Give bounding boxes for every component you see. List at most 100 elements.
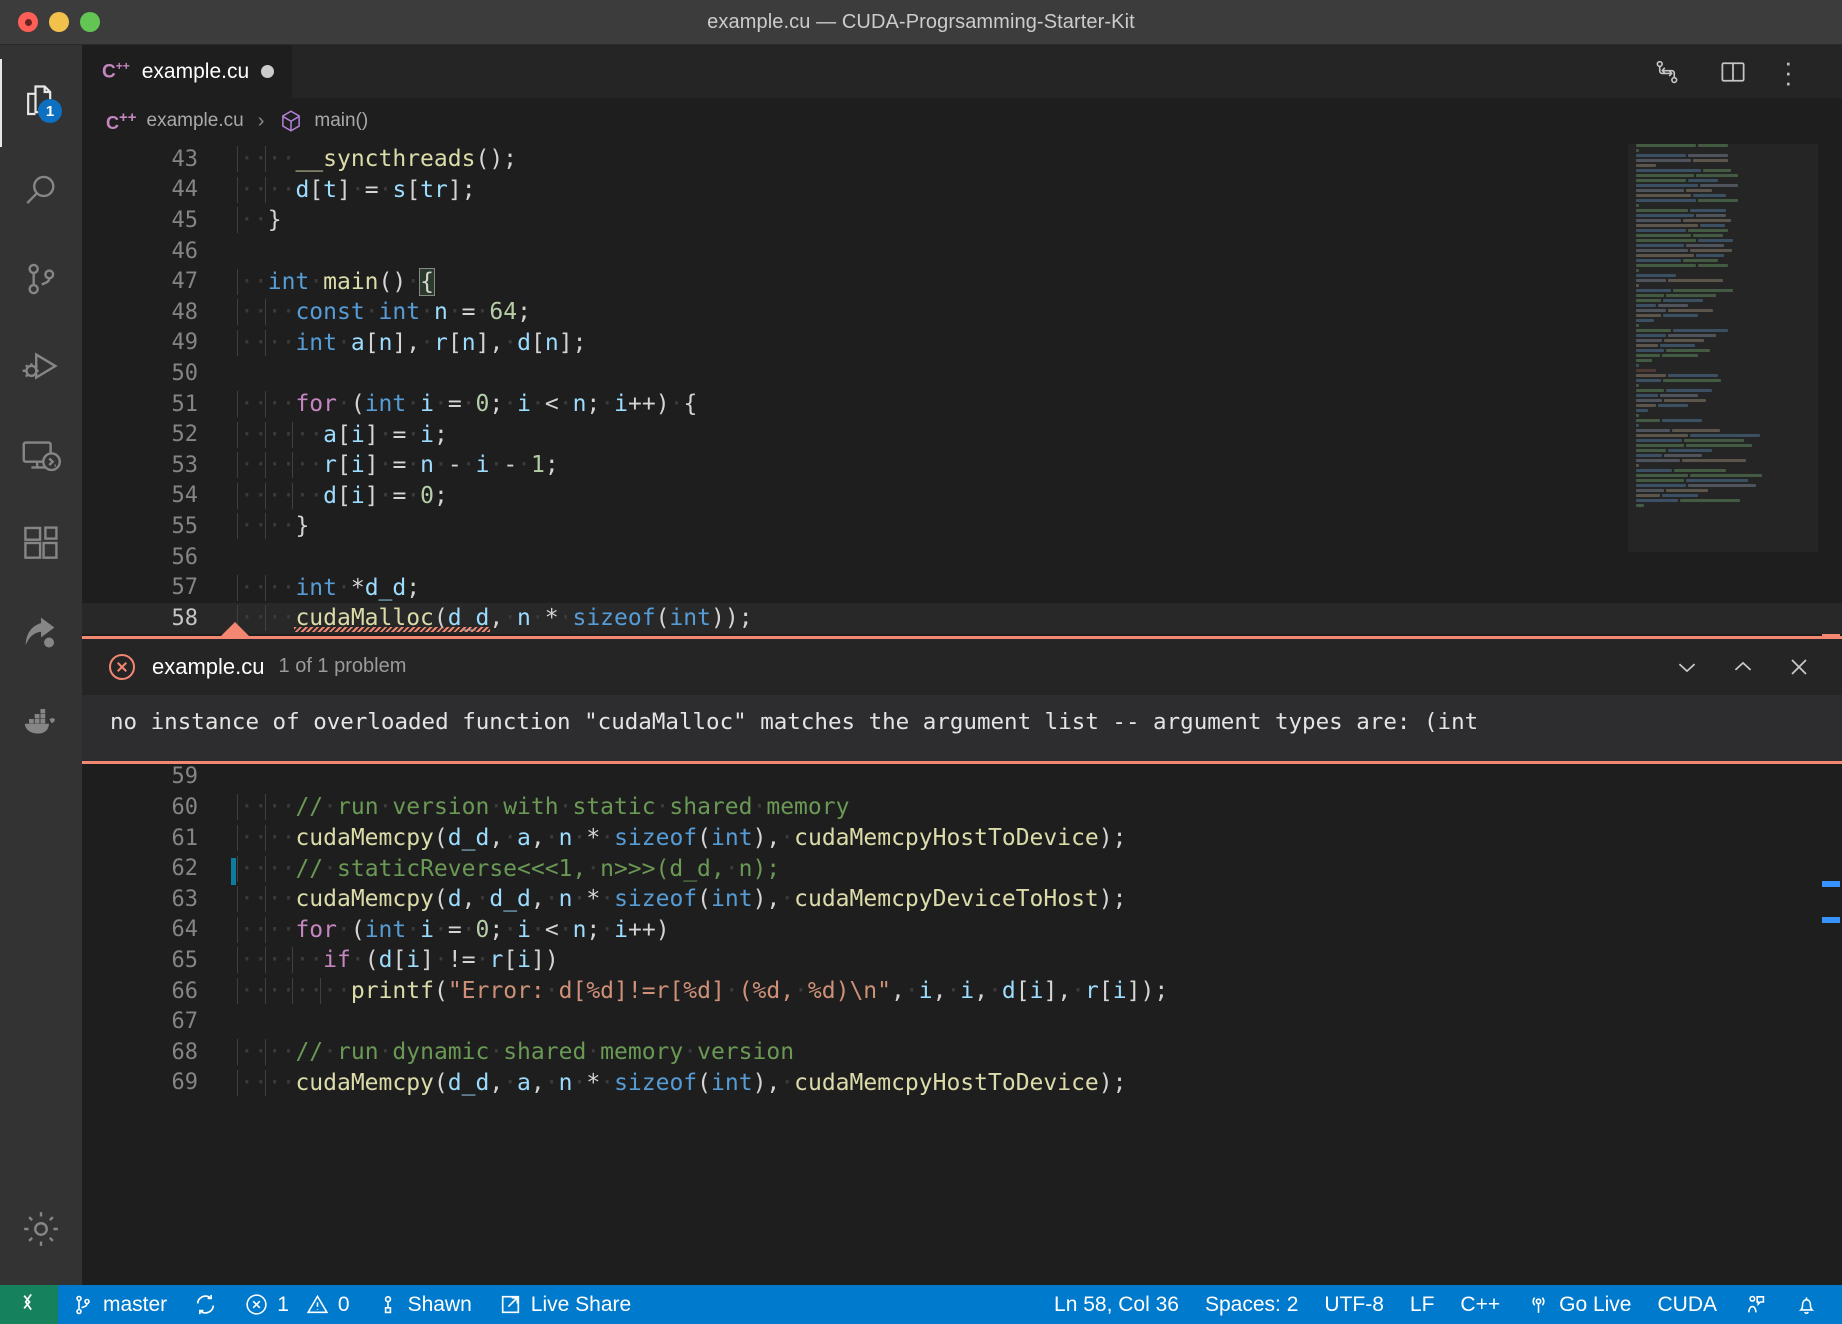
cuda-indicator[interactable]: CUDA [1644, 1285, 1730, 1324]
git-branch-icon [71, 1293, 95, 1317]
code-line[interactable]: 63 ····cudaMemcpy(d,·d_d,·n·*·sizeof(int)… [82, 884, 1842, 915]
chevron-up-icon[interactable] [1726, 650, 1760, 684]
minimize-window-button[interactable] [49, 12, 69, 32]
sidebar-item-search[interactable] [0, 147, 82, 235]
code-line[interactable]: 58 ····cudaMalloc(d_d,·n·*·sizeof(int)); [82, 603, 1842, 634]
cursor-position[interactable]: Ln 58, Col 36 [1041, 1285, 1192, 1324]
code-line[interactable]: 68 ····//·run·dynamic·shared·memory·versi… [82, 1037, 1842, 1068]
unsaved-indicator-icon[interactable] [261, 65, 275, 78]
status-bar-right: Ln 58, Col 36 Spaces: 2 UTF-8 LF C++ Go … [1041, 1285, 1842, 1324]
notifications-button[interactable] [1781, 1285, 1832, 1324]
code-line[interactable]: 57 ····int·*d_d; [82, 572, 1842, 603]
code-line[interactable]: 61 ····cudaMemcpy(d_d,·a,·n·*·sizeof(int)… [82, 823, 1842, 854]
remote-indicator[interactable] [0, 1285, 58, 1324]
workbench-body: 1 C++ example.cu · · · C++ example.cu › … [0, 45, 1842, 1285]
code-line[interactable]: 51 ····for·(int·i·=·0;·i·<·n;·i++)·{ [82, 389, 1842, 420]
code-line[interactable]: 43 ····__syncthreads(); [82, 144, 1842, 175]
code-line[interactable]: 46 [82, 236, 1842, 267]
code-line[interactable]: 45 ··} [82, 205, 1842, 236]
line-number: 64 [171, 917, 199, 943]
code-line[interactable]: 50 [82, 358, 1842, 389]
sidebar-item-run-and-debug[interactable] [0, 323, 82, 411]
breadcrumb-separator: › [257, 109, 265, 132]
line-number: 55 [171, 513, 199, 539]
breadcrumb-file[interactable]: example.cu [147, 110, 244, 132]
editor-actions: · · · [1652, 45, 1842, 98]
peek-actions [1670, 650, 1842, 684]
sidebar-item-remote-explorer[interactable] [0, 411, 82, 499]
sidebar-item-source-control[interactable] [0, 235, 82, 323]
code-line[interactable]: 54 ······d[i]·=·0; [82, 481, 1842, 512]
breadcrumb-symbol[interactable]: main() [314, 110, 368, 132]
peek-header: example.cu 1 of 1 problem [82, 638, 1842, 695]
tab-example-cu[interactable]: C++ example.cu [82, 45, 294, 98]
sync-button[interactable] [180, 1285, 231, 1324]
language-mode[interactable]: C++ [1447, 1285, 1513, 1324]
live-share-status-icon [498, 1292, 523, 1317]
code-line[interactable]: 66 ········printf("Error:·d[%d]!=r[%d]·(%… [82, 976, 1842, 1007]
compare-icon[interactable] [1652, 57, 1682, 87]
encoding[interactable]: UTF-8 [1311, 1285, 1397, 1324]
eol[interactable]: LF [1397, 1285, 1448, 1324]
code-line[interactable]: 52 ······a[i]·=·i; [82, 419, 1842, 450]
code-line[interactable]: 62 ····//·staticReverse<<<1,·n>>>(d_d,·n)… [82, 853, 1842, 886]
error-circle-icon [106, 651, 138, 683]
remote-explorer-icon [18, 432, 64, 478]
sidebar-item-docker[interactable] [0, 675, 82, 763]
line-number: 63 [171, 886, 199, 912]
live-share-button[interactable]: Live Share [485, 1285, 644, 1324]
indentation[interactable]: Spaces: 2 [1192, 1285, 1311, 1324]
code-line[interactable]: 64 ····for·(int·i·=·0;·i·<·n;·i++) [82, 915, 1842, 946]
close-window-button[interactable] [18, 12, 38, 32]
account-indicator[interactable]: Shawn [363, 1285, 485, 1324]
line-number: 54 [171, 483, 199, 509]
search-icon [19, 169, 63, 213]
line-number: 57 [171, 575, 199, 601]
ellipsis-icon[interactable]: · · · [1784, 49, 1814, 95]
manage-settings-button[interactable] [0, 1185, 82, 1273]
code-line[interactable]: 65 ······if·(d[i]·!=·r[i]) [82, 945, 1842, 976]
minimap-slider[interactable] [1628, 144, 1818, 552]
broadcast-icon [1526, 1292, 1551, 1317]
chevron-down-icon[interactable] [1670, 650, 1704, 684]
extensions-icon [19, 521, 63, 565]
line-number: 65 [171, 947, 199, 973]
code-line[interactable]: 48 ····const·int·n·=·64; [82, 297, 1842, 328]
problems-indicator[interactable]: 1 0 [231, 1285, 362, 1324]
peek-message: no instance of overloaded function "cuda… [82, 694, 1842, 761]
code-line[interactable]: 60 ····//·run·version·with·static·shared·… [82, 792, 1842, 823]
split-editor-icon[interactable] [1718, 57, 1748, 87]
peek-problem-count: 1 of 1 problem [278, 655, 407, 678]
line-content: ····int·*d_d; [224, 574, 420, 601]
error-squiggle [294, 627, 490, 633]
code-line[interactable]: 69 ····cudaMemcpy(d_d,·a,·n·*·sizeof(int)… [82, 1068, 1842, 1099]
line-content: ······r[i]·=·n·-·i·-·1; [224, 452, 559, 479]
error-count: 1 [277, 1292, 289, 1316]
breadcrumb: C++ example.cu › main() [82, 98, 1842, 144]
explorer-badge: 1 [38, 99, 62, 123]
line-number: 68 [171, 1039, 199, 1065]
sidebar-item-explorer[interactable]: 1 [0, 59, 82, 147]
code-line[interactable]: 56 [82, 542, 1842, 573]
error-circle-icon [244, 1292, 269, 1317]
close-icon[interactable] [1782, 650, 1816, 684]
code-editor[interactable]: 43 ····__syncthreads(); 44 ····d[t]·=·s[tr]… [82, 144, 1842, 1285]
status-bar: master 1 0 Shawn Live Share Ln 58, Col 3… [0, 1285, 1842, 1324]
branch-indicator[interactable]: master [58, 1285, 180, 1324]
sidebar-item-extensions[interactable] [0, 499, 82, 587]
code-line[interactable]: 55 ····} [82, 511, 1842, 542]
go-live-label: Go Live [1559, 1292, 1632, 1316]
code-line[interactable]: 49 ····int·a[n],·r[n],·d[n]; [82, 328, 1842, 359]
warning-triangle-icon [305, 1292, 330, 1317]
code-line[interactable]: 47 ··int·main()·{ [82, 266, 1842, 297]
feedback-button[interactable] [1730, 1285, 1781, 1324]
sidebar-item-live-share[interactable] [0, 587, 82, 675]
code-line[interactable]: 44 ····d[t]·=·s[tr]; [82, 175, 1842, 206]
line-number: 59 [171, 764, 199, 790]
peek-pointer [220, 621, 250, 637]
code-line[interactable]: 67 [82, 1006, 1842, 1037]
go-live-button[interactable]: Go Live [1513, 1285, 1644, 1324]
zoom-window-button[interactable] [80, 12, 100, 32]
code-line[interactable]: 53 ······r[i]·=·n·-·i·-·1; [82, 450, 1842, 481]
code-line[interactable]: 59 [82, 762, 1842, 793]
